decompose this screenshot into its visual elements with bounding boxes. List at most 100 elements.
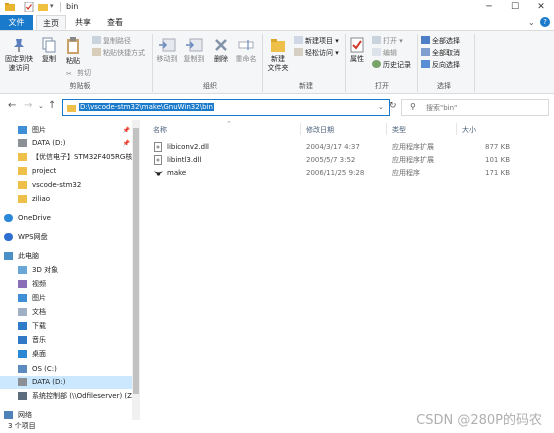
new-folder-icon[interactable]: [38, 2, 48, 12]
nav-item[interactable]: 文档: [0, 306, 132, 319]
nav-item[interactable]: 3D 对象: [0, 264, 132, 277]
copy-button[interactable]: 复制: [38, 37, 60, 64]
address-dropdown-icon[interactable]: ⌄: [378, 103, 384, 111]
nav-item[interactable]: ziliao: [0, 193, 132, 206]
nav-item[interactable]: vscode-stm32: [0, 179, 132, 192]
folder-icon: [67, 105, 76, 112]
new-item-icon: [294, 36, 303, 44]
properties-icon: [350, 37, 364, 53]
maximize-button[interactable]: ☐: [502, 0, 528, 15]
file-size: 171 KB: [485, 169, 510, 177]
nav-item[interactable]: OS (C:): [0, 363, 132, 376]
nav-item[interactable]: OneDrive: [0, 212, 132, 225]
ribbon-separator: [417, 34, 418, 92]
copy-path-button[interactable]: 复制路径: [92, 36, 131, 46]
refresh-icon[interactable]: ↻: [389, 101, 397, 111]
history-button[interactable]: 历史记录: [372, 60, 411, 70]
file-row[interactable]: libiconv2.dll 2004/3/17 4:37 应用程序扩展 877 KB: [150, 141, 510, 154]
copy-to-icon: [186, 38, 203, 52]
file-row[interactable]: libintl3.dll 2005/5/7 3:52 应用程序扩展 101 KB: [150, 154, 510, 167]
column-header-name[interactable]: 名称: [153, 125, 167, 135]
column-header-date[interactable]: 修改日期: [306, 125, 334, 135]
new-group-label: 新建: [299, 82, 313, 90]
move-to-button[interactable]: 移动到: [155, 37, 179, 64]
easy-access-dropdown[interactable]: 轻松访问 ▾: [294, 48, 339, 58]
tab-file[interactable]: 文件: [0, 15, 33, 30]
organize-group-label: 组织: [203, 82, 217, 90]
column-header-type[interactable]: 类型: [392, 125, 406, 135]
new-item-dropdown[interactable]: 新建项目 ▾: [294, 36, 339, 46]
open-dropdown[interactable]: 打开 ▾: [372, 36, 403, 46]
nav-item[interactable]: 下载: [0, 320, 132, 333]
pictures-icon: [18, 294, 27, 302]
copy-to-button[interactable]: 复制到: [182, 37, 206, 64]
move-to-label: 移动到: [156, 55, 178, 63]
nav-item-label: OneDrive: [18, 214, 51, 222]
ribbon-separator: [345, 34, 346, 92]
nav-item[interactable]: 图片 📌: [0, 124, 132, 137]
minimize-button[interactable]: ─: [476, 0, 502, 15]
address-path[interactable]: D:\vscode-stm32\make\GnuWin32\bin: [79, 103, 214, 111]
tab-view[interactable]: 查看: [100, 15, 130, 30]
delete-label: 删除: [214, 55, 228, 63]
nav-item[interactable]: WPS网盘: [0, 231, 132, 244]
quick-access-dropdown-icon[interactable]: ▾: [50, 2, 60, 12]
column-divider: [456, 123, 457, 135]
up-arrow-icon[interactable]: ↑: [48, 100, 56, 111]
new-folder-button[interactable]: 新建 文件夹: [264, 37, 292, 73]
column-header-size[interactable]: 大小: [462, 125, 476, 135]
properties-icon[interactable]: [24, 1, 34, 13]
nav-scrollbar[interactable]: [132, 120, 140, 420]
address-row: ← → ⌄ ↑ D:\vscode-stm32\make\GnuWin32\bi…: [0, 94, 554, 120]
nav-item-label: 文档: [32, 308, 46, 316]
back-arrow-icon[interactable]: ←: [8, 100, 16, 111]
cut-button[interactable]: ✂ 剪切: [66, 68, 91, 78]
invert-selection-label: 反向选择: [432, 61, 460, 69]
nav-item[interactable]: DATA (D:) 📌: [0, 137, 132, 150]
tab-share[interactable]: 共享: [68, 15, 98, 30]
nav-item[interactable]: 视频: [0, 278, 132, 291]
properties-button[interactable]: 属性: [347, 37, 367, 64]
close-button[interactable]: ✕: [528, 0, 554, 15]
file-type: 应用程序扩展: [392, 156, 434, 164]
search-box[interactable]: ⚲ 搜索"bin": [401, 99, 549, 116]
pin-to-quick-access-button[interactable]: 固定到快 速访问: [4, 37, 34, 73]
edit-label: 编辑: [383, 49, 397, 57]
paste-button[interactable]: 粘贴: [62, 37, 84, 66]
file-list: 名称 修改日期 类型 大小 ⌃ libiconv2.dll 2004/3/17 4…: [140, 120, 554, 420]
address-bar[interactable]: D:\vscode-stm32\make\GnuWin32\bin: [62, 99, 390, 116]
nav-scrollbar-thumb[interactable]: [133, 128, 139, 394]
ribbon-separator: [152, 34, 153, 92]
paste-shortcut-button[interactable]: 粘贴快捷方式: [92, 48, 145, 58]
nav-item[interactable]: 【优信电子】STM32F405RG核: [0, 151, 132, 164]
forward-arrow-icon[interactable]: →: [24, 100, 32, 111]
nav-item[interactable]: 桌面: [0, 348, 132, 361]
recent-locations-icon[interactable]: ⌄: [38, 102, 44, 110]
nav-item[interactable]: 图片: [0, 292, 132, 305]
nav-item[interactable]: 系统控制部 (\\Odfileserver) (Z: [0, 390, 132, 403]
select-all-button[interactable]: 全部选择: [421, 36, 460, 46]
select-none-button[interactable]: 全部取消: [421, 48, 460, 58]
tab-home[interactable]: 主页: [36, 15, 66, 30]
nav-item[interactable]: 音乐: [0, 334, 132, 347]
open-group-label: 打开: [375, 82, 389, 90]
invert-selection-button[interactable]: 反向选择: [421, 60, 460, 70]
rename-button[interactable]: 重命名: [234, 37, 258, 64]
wps-cloud-icon: [4, 233, 13, 241]
column-divider: [300, 123, 301, 135]
file-row[interactable]: make 2006/11/25 9:28 应用程序 171 KB: [150, 167, 510, 180]
videos-icon: [18, 280, 27, 288]
nav-item[interactable]: DATA (D:): [0, 376, 132, 389]
paste-shortcut-label: 粘贴快捷方式: [103, 49, 145, 57]
expand-ribbon-icon[interactable]: ⌄: [528, 18, 535, 27]
file-name: libintl3.dll: [167, 156, 202, 164]
nav-item-label: 3D 对象: [32, 266, 59, 274]
open-icon: [372, 36, 381, 44]
nav-item-label: 系统控制部 (\\Odfileserver) (Z: [32, 392, 132, 400]
search-icon: ⚲: [410, 102, 416, 111]
delete-button[interactable]: 删除: [210, 37, 232, 64]
edit-button[interactable]: 编辑: [372, 48, 397, 58]
nav-item[interactable]: 此电脑: [0, 250, 132, 263]
nav-item[interactable]: project: [0, 165, 132, 178]
help-icon[interactable]: ?: [540, 17, 550, 27]
